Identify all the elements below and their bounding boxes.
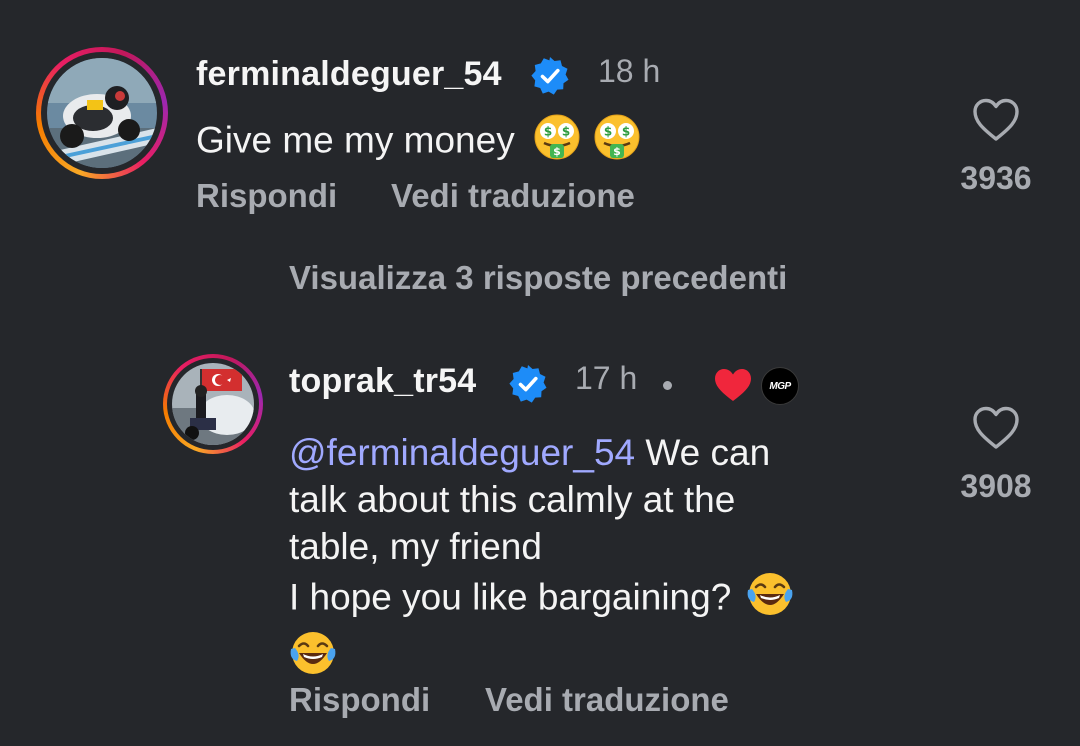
avatar[interactable] <box>47 58 157 168</box>
comment-line-4-text: I hope you like bargaining? <box>289 576 732 618</box>
comment-text: Give me my money $ $ $ $ $ $ <box>196 113 641 172</box>
laughing-tears-face-icon <box>289 629 337 688</box>
like-heart-icon[interactable] <box>972 405 1020 456</box>
like-count: 3908 <box>960 468 1032 504</box>
svg-text:$: $ <box>613 145 621 158</box>
comment-line-1-rest: We can <box>635 432 771 473</box>
svg-text:$: $ <box>622 125 630 139</box>
comment-body: Give me my money <box>196 119 515 161</box>
money-mouth-face-icon: $ $ $ <box>533 113 581 172</box>
comment-time: 18 h <box>598 53 661 89</box>
svg-text:$: $ <box>604 125 612 139</box>
svg-text:$: $ <box>544 125 552 139</box>
comment-username[interactable]: toprak_tr54 <box>289 362 476 401</box>
comment-time: 17 h <box>575 360 638 396</box>
mention-link[interactable]: @ferminaldeguer_54 <box>289 432 635 473</box>
view-previous-replies-button[interactable]: Visualizza 3 risposte precedenti <box>289 259 787 297</box>
comment-text: @ferminaldeguer_54 We can talk about thi… <box>289 429 929 688</box>
svg-text:$: $ <box>553 145 561 158</box>
creator-avatar-badge: MGP <box>761 367 799 405</box>
money-mouth-face-icon: $ $ $ <box>593 113 641 172</box>
verified-badge-icon <box>508 364 548 409</box>
reply-button[interactable]: Rispondi <box>196 177 337 215</box>
laughing-tears-face-icon <box>746 570 794 629</box>
see-translation-button[interactable]: Vedi traduzione <box>485 681 729 719</box>
reply-button[interactable]: Rispondi <box>289 681 430 719</box>
badge-text: MGP <box>769 380 791 392</box>
separator-dot <box>663 381 672 390</box>
svg-text:$: $ <box>562 125 570 139</box>
comment-username[interactable]: ferminaldeguer_54 <box>196 55 502 94</box>
comment-line-3: table, my friend <box>289 526 542 567</box>
creator-liked-heart-icon <box>713 367 753 408</box>
comments-screen: ferminaldeguer_54 18 h Give me my money … <box>0 0 1080 746</box>
like-count: 3936 <box>960 160 1032 196</box>
comment-line-1: @ferminaldeguer_54 We can <box>289 429 929 476</box>
comment-line-5 <box>289 629 929 688</box>
verified-badge-icon <box>530 56 570 101</box>
rider-photo <box>47 58 157 168</box>
avatar[interactable] <box>172 363 254 445</box>
see-translation-button[interactable]: Vedi traduzione <box>391 177 635 215</box>
like-heart-icon[interactable] <box>972 97 1020 148</box>
comment-line-4: I hope you like bargaining? <box>289 570 929 629</box>
comment-line-2: talk about this calmly at the <box>289 479 736 520</box>
rider-flag-photo <box>172 363 254 445</box>
